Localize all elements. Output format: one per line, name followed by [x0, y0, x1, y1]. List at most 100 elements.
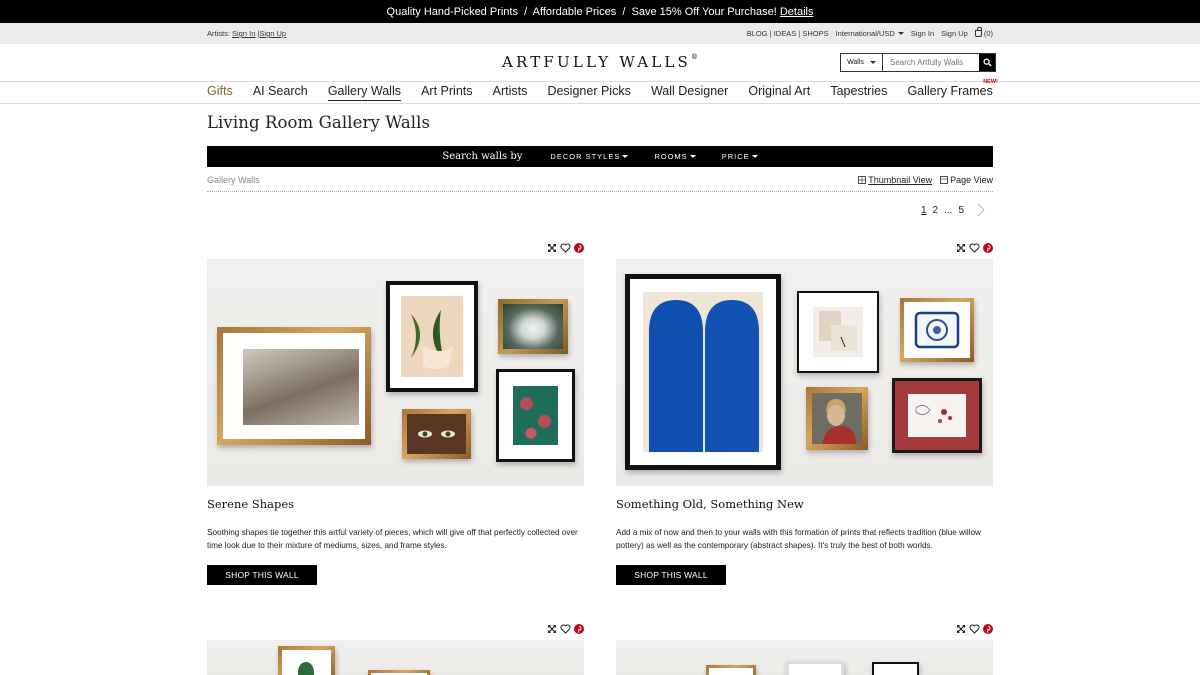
framed-print — [217, 327, 371, 445]
chevron-down-icon — [751, 155, 758, 158]
breadcrumb-row: Gallery Walls Thumbnail View Page View — [207, 174, 993, 192]
pinterest-icon[interactable] — [574, 624, 584, 634]
artist-sign-in-link[interactable]: Sign In — [232, 29, 255, 38]
filter-rooms[interactable]: ROOMS — [654, 152, 696, 161]
blue-willow-plate-art — [912, 308, 962, 352]
framed-print — [496, 369, 575, 462]
promo-details-link[interactable]: Details — [780, 6, 814, 18]
gallery-wall-image[interactable] — [207, 640, 584, 675]
artists-label: Artists: — [207, 29, 230, 38]
shop-this-wall-button[interactable]: SHOP THIS WALL — [207, 565, 317, 585]
abstract-paper-art — [819, 311, 857, 351]
page-2-link[interactable]: 2 — [933, 205, 939, 216]
framed-print — [368, 670, 430, 675]
filter-bar: Search walls by DECOR STYLES ROOMS PRICE — [207, 146, 993, 167]
gallery-wall-image[interactable] — [616, 259, 993, 486]
card-title[interactable]: Serene Shapes — [207, 497, 294, 511]
cart-link[interactable]: (0) — [974, 27, 993, 38]
shopping-bag-icon — [974, 27, 982, 37]
logo-text: ARTFULLY WALLS — [501, 53, 692, 71]
filter-decor-styles[interactable]: DECOR STYLES — [550, 152, 629, 161]
grid-icon — [858, 176, 867, 184]
card-title[interactable]: Something Old, Something New — [616, 497, 804, 511]
blog-ideas-shops-links[interactable]: BLOG | IDEAS | SHOPS — [747, 29, 829, 38]
nav-item-gallery-frames-label: Gallery Frames — [907, 84, 993, 98]
card-actions — [956, 624, 993, 634]
heart-icon[interactable] — [560, 243, 571, 253]
framed-print — [797, 291, 879, 373]
nav-item-tapestries[interactable]: Tapestries — [830, 84, 887, 101]
search-scope-select[interactable]: Walls — [841, 54, 883, 71]
page-view-toggle[interactable]: Page View — [940, 175, 993, 185]
nav-item-original-art[interactable]: Original Art — [748, 84, 810, 101]
site-header: ARTFULLY WALLS® Walls — [0, 44, 1200, 82]
thumbnail-view-toggle[interactable]: Thumbnail View — [858, 175, 932, 185]
utility-links: BLOG | IDEAS | SHOPS International/USD S… — [747, 27, 993, 38]
abstract-shapes-art — [401, 296, 463, 377]
logo-registered-mark: ® — [691, 53, 699, 61]
card-actions — [547, 624, 584, 634]
card-description: Soothing shapes tie together this artful… — [207, 528, 578, 550]
nav-item-wall-designer[interactable]: Wall Designer — [651, 84, 728, 101]
framed-print — [498, 299, 568, 354]
shop-this-wall-button[interactable]: SHOP THIS WALL — [616, 565, 726, 585]
chevron-down-icon — [622, 155, 629, 158]
thumbnail-view-label: Thumbnail View — [868, 175, 933, 185]
page-view-label: Page View — [950, 175, 993, 185]
pinterest-icon[interactable] — [983, 243, 993, 253]
sketch-art — [915, 405, 952, 423]
search-button[interactable] — [979, 54, 995, 71]
card-actions — [956, 243, 993, 253]
filter-label: Search walls by — [442, 151, 523, 162]
search-icon — [982, 58, 992, 67]
site-logo[interactable]: ARTFULLY WALLS® — [0, 53, 1200, 71]
sign-in-link[interactable]: Sign In — [911, 29, 934, 38]
portrait-art — [812, 393, 862, 444]
pagination: 1 2 ... 5 — [921, 203, 986, 217]
pinterest-icon[interactable] — [983, 624, 993, 634]
new-badge: NEW! — [983, 79, 998, 85]
nav-item-gallery-walls[interactable]: Gallery Walls — [327, 84, 401, 101]
framed-print — [900, 298, 974, 362]
nav-item-art-prints[interactable]: Art Prints — [421, 84, 472, 101]
artist-sign-up-link[interactable]: Sign Up — [259, 29, 286, 38]
expand-icon[interactable] — [956, 624, 966, 634]
breadcrumb[interactable]: Gallery Walls — [207, 175, 260, 185]
framed-print — [872, 662, 919, 675]
page-1-link[interactable]: 1 — [921, 205, 927, 216]
nav-item-artists[interactable]: Artists — [493, 84, 528, 101]
utility-bar: Artists: Sign In |Sign Up BLOG | IDEAS |… — [0, 23, 1200, 44]
gallery-wall-image[interactable] — [207, 259, 584, 486]
artist-account-links: Artists: Sign In |Sign Up — [207, 29, 286, 38]
pinterest-icon[interactable] — [574, 243, 584, 253]
expand-icon[interactable] — [956, 243, 966, 253]
region-label: International/USD — [835, 29, 895, 38]
gallery-wall-image[interactable] — [616, 640, 993, 675]
heart-icon[interactable] — [560, 624, 571, 634]
page-5-link[interactable]: 5 — [958, 205, 964, 216]
search-scope-label: Walls — [847, 59, 864, 66]
expand-icon[interactable] — [547, 624, 557, 634]
nav-item-designer-picks[interactable]: Designer Picks — [547, 84, 630, 101]
nav-item-gifts[interactable]: Gifts — [207, 84, 233, 101]
nav-item-ai-search[interactable]: AI Search — [253, 84, 308, 101]
filter-price[interactable]: PRICE — [722, 152, 758, 161]
chevron-down-icon — [897, 32, 904, 35]
sign-up-link[interactable]: Sign Up — [941, 29, 968, 38]
framed-print — [786, 661, 844, 675]
nav-item-gallery-frames[interactable]: Gallery Frames NEW! — [907, 79, 997, 101]
filter-rooms-label: ROOMS — [654, 152, 688, 161]
framed-print — [892, 378, 982, 453]
chevron-right-icon[interactable] — [976, 203, 986, 217]
view-toggle: Thumbnail View Page View — [858, 175, 993, 185]
framed-print — [402, 409, 471, 459]
heart-icon[interactable] — [969, 243, 980, 253]
promo-text: Quality Hand-Picked Prints / Affordable … — [386, 5, 777, 18]
page-title: Living Room Gallery Walls — [207, 113, 431, 132]
region-selector[interactable]: International/USD — [836, 29, 904, 38]
promo-bar: Quality Hand-Picked Prints / Affordable … — [0, 0, 1200, 23]
expand-icon[interactable] — [547, 243, 557, 253]
heart-icon[interactable] — [969, 624, 980, 634]
filter-decor-styles-label: DECOR STYLES — [550, 152, 621, 161]
search-input[interactable] — [883, 54, 979, 71]
